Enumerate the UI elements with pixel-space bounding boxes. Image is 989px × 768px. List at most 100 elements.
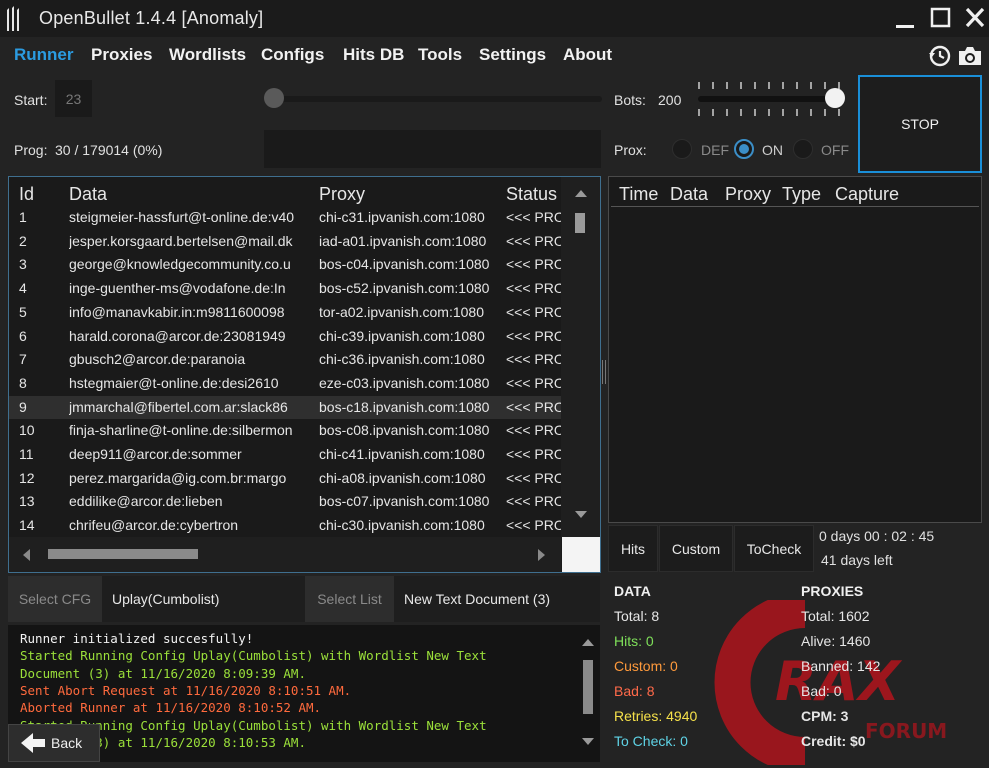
table-row[interactable]: 3 george@knowledgecommunity.co.u bos-c04.i… [9, 253, 561, 277]
custom-tab[interactable]: Custom [659, 525, 733, 572]
hits-header-type[interactable]: Type [782, 184, 821, 205]
cell-data: harald.corona@arcor.de:23081949 [69, 327, 286, 344]
cell-id: 6 [19, 327, 27, 344]
col-header-status[interactable]: Status [506, 184, 557, 205]
table-row[interactable]: 10 finja-sharline@t-online.de:silbermon bo… [9, 419, 561, 443]
menu-hits-db[interactable]: Hits DB [343, 45, 404, 65]
table-row[interactable]: 6 harald.corona@arcor.de:23081949 chi-c39.… [9, 325, 561, 349]
table-row[interactable]: 12 perez.margarida@ig.com.br:margo chi-a08… [9, 467, 561, 491]
progress-bar [264, 130, 601, 168]
cell-proxy: bos-c07.ipvanish.com:1080 [319, 493, 490, 510]
col-header-proxy[interactable]: Proxy [319, 184, 365, 205]
prox-on-radio[interactable] [734, 139, 754, 159]
scroll-left-icon[interactable] [21, 548, 31, 562]
stat-proxy-alive: Alive: 1460 [801, 633, 871, 649]
log-scroll-down-icon[interactable] [581, 737, 595, 747]
stop-button[interactable]: STOP [858, 75, 982, 173]
table-row[interactable]: 8 hstegmaier@t-online.de:desi2610 eze-c03.… [9, 372, 561, 396]
scroll-h-thumb[interactable] [48, 549, 198, 559]
menu-runner[interactable]: Runner [14, 45, 74, 65]
cell-proxy: bos-c18.ipvanish.com:1080 [319, 398, 490, 415]
scroll-up-icon[interactable] [574, 188, 588, 198]
scroll-right-icon[interactable] [537, 548, 547, 562]
hits-header-time[interactable]: Time [619, 184, 658, 205]
selected-list: New Text Document (3) [394, 576, 600, 622]
stat-proxy-bad: Bad: 0 [801, 683, 842, 699]
stat-proxy-total: Total: 1602 [801, 608, 870, 624]
back-button[interactable]: Back [8, 724, 100, 762]
table-row[interactable]: 5 info@manavkabir.in:m9811600098 tor-a02.i… [9, 301, 561, 325]
tocheck-tab[interactable]: ToCheck [734, 525, 814, 572]
menu-proxies[interactable]: Proxies [91, 45, 152, 65]
splitter-handle[interactable] [602, 360, 606, 384]
maximize-icon[interactable] [926, 4, 956, 32]
menu-configs[interactable]: Configs [261, 45, 324, 65]
cell-status: <<< PRO [506, 422, 561, 439]
cell-data: perez.margarida@ig.com.br:margo [69, 469, 287, 486]
start-input[interactable]: 23 [55, 80, 92, 117]
stat-bad: Bad: 8 [614, 683, 655, 699]
cell-proxy: eze-c03.ipvanish.com:1080 [319, 374, 490, 391]
table-row[interactable]: 1 steigmeier-hassfurt@t-online.de:v40 chi-… [9, 206, 561, 230]
prox-label: Prox: [614, 142, 647, 158]
prox-off-radio[interactable] [793, 139, 813, 159]
log-scroll-thumb[interactable] [583, 660, 593, 714]
stat-tocheck: To Check: 0 [614, 733, 688, 749]
log-scroll-up-icon[interactable] [581, 637, 595, 647]
table-row[interactable]: 4 inge-guenther-ms@vodafone.de:In bos-c52.… [9, 277, 561, 301]
table-row[interactable]: 7 gbusch2@arcor.de:paranoia chi-c36.ipvani… [9, 348, 561, 372]
start-slider[interactable] [266, 96, 602, 102]
grid-vertical-scrollbar[interactable] [561, 177, 600, 537]
table-row[interactable]: 13 eddilike@arcor.de:lieben bos-c07.ipvani… [9, 490, 561, 514]
cell-status: <<< PRO [506, 398, 561, 415]
grid-horizontal-scrollbar[interactable] [9, 537, 561, 572]
stat-retries: Retries: 4940 [614, 708, 698, 724]
log-line: Started Running Config Uplay(Cumbolist) … [20, 648, 487, 664]
grid-corner [562, 537, 600, 572]
hits-header-data[interactable]: Data [670, 184, 708, 205]
hits-tab[interactable]: Hits [608, 525, 658, 572]
scroll-thumb[interactable] [575, 213, 585, 233]
hits-header-capture[interactable]: Capture [835, 184, 899, 205]
table-row[interactable]: 14 chrifeu@arcor.de:cybertron chi-c30.ipva… [9, 514, 561, 538]
cell-id: 14 [19, 517, 35, 534]
cell-id: 1 [19, 209, 27, 225]
table-row[interactable]: 9 jmmarchal@fibertel.com.ar:slack86 bos-c1… [9, 395, 561, 420]
log-scrollbar[interactable] [576, 625, 600, 762]
camera-icon[interactable] [957, 44, 983, 68]
col-header-data[interactable]: Data [69, 184, 107, 205]
menu-about[interactable]: About [563, 45, 612, 65]
select-list-button[interactable]: Select List [305, 576, 394, 622]
menu-wordlists[interactable]: Wordlists [169, 45, 246, 65]
start-slider-thumb[interactable] [264, 88, 284, 108]
cell-id: 4 [19, 280, 27, 297]
close-icon[interactable] [960, 4, 989, 32]
app-logo-icon [7, 6, 19, 31]
cell-proxy: bos-c04.ipvanish.com:1080 [319, 256, 490, 273]
cell-data: jesper.korsgaard.bertelsen@mail.dk [69, 232, 293, 249]
hits-header-proxy[interactable]: Proxy [725, 184, 771, 205]
table-row[interactable]: 11 deep911@arcor.de:sommer chi-c41.ipvanis… [9, 443, 561, 467]
minimize-icon[interactable] [890, 4, 920, 32]
cell-proxy: chi-c30.ipvanish.com:1080 [319, 517, 485, 534]
col-header-id[interactable]: Id [19, 184, 34, 205]
bots-slider-thumb[interactable] [825, 88, 845, 108]
cell-proxy: chi-c36.ipvanish.com:1080 [319, 351, 485, 368]
cell-status: <<< PRO [506, 469, 561, 486]
prox-off-label: OFF [821, 142, 849, 158]
cell-status: <<< PRO [506, 351, 561, 368]
cell-id: 9 [19, 398, 27, 415]
scroll-down-icon[interactable] [574, 510, 588, 520]
cell-id: 10 [19, 422, 35, 439]
menu-tools[interactable]: Tools [418, 45, 462, 65]
select-cfg-button[interactable]: Select CFG [8, 576, 102, 622]
bots-slider[interactable] [698, 96, 838, 102]
cell-data: jmmarchal@fibertel.com.ar:slack86 [69, 398, 288, 415]
prox-def-radio[interactable] [672, 139, 692, 159]
history-icon[interactable] [928, 44, 952, 68]
cell-data: gbusch2@arcor.de:paranoia [69, 351, 246, 368]
table-row[interactable]: 2 jesper.korsgaard.bertelsen@mail.dk iad-a… [9, 230, 561, 254]
cell-id: 2 [19, 232, 27, 249]
menu-settings[interactable]: Settings [479, 45, 546, 65]
stat-cpm: CPM: 3 [801, 708, 849, 724]
